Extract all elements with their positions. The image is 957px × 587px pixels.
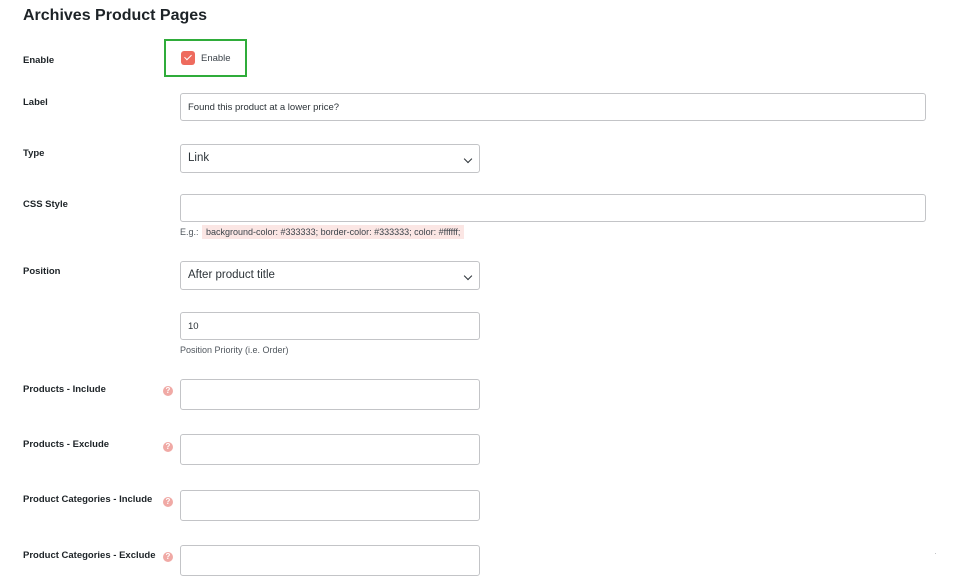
- products-include-input[interactable]: [180, 379, 480, 410]
- enable-checkbox-label[interactable]: Enable: [201, 53, 231, 64]
- settings-page: Archives Product Pages Enable Enable Lab…: [0, 0, 957, 587]
- products-exclude-label: Products - Exclude: [23, 439, 110, 450]
- chevron-down-icon: [463, 271, 473, 281]
- label-input[interactable]: [180, 93, 926, 121]
- help-icon[interactable]: ?: [163, 552, 173, 562]
- type-select-value: Link: [188, 152, 210, 164]
- css-style-label: CSS Style: [23, 199, 68, 210]
- type-label: Type: [23, 148, 45, 159]
- position-priority-input[interactable]: [180, 312, 480, 340]
- products-include-label: Products - Include: [23, 384, 106, 395]
- type-select[interactable]: Link: [180, 144, 480, 173]
- help-icon[interactable]: ?: [163, 386, 173, 396]
- position-select[interactable]: After product title: [180, 261, 480, 290]
- categories-include-input[interactable]: [180, 490, 480, 521]
- products-exclude-input[interactable]: [180, 434, 480, 465]
- css-style-example: background-color: #333333; border-color:…: [202, 225, 465, 239]
- checkmark-icon: [183, 52, 192, 61]
- categories-exclude-input[interactable]: [180, 545, 480, 576]
- position-label: Position: [23, 266, 61, 277]
- section-title: Archives Product Pages: [23, 7, 208, 24]
- scroll-indicator: [935, 553, 936, 554]
- position-select-value: After product title: [188, 269, 275, 281]
- css-style-input[interactable]: [180, 194, 926, 222]
- position-priority-hint: Position Priority (i.e. Order): [180, 345, 289, 355]
- categories-include-label: Product Categories - Include: [23, 494, 153, 505]
- enable-checkbox[interactable]: [181, 51, 195, 65]
- css-style-hint-prefix: E.g.:: [180, 227, 199, 237]
- categories-exclude-label: Product Categories - Exclude: [23, 550, 156, 561]
- help-icon[interactable]: ?: [163, 442, 173, 452]
- help-icon[interactable]: ?: [163, 497, 173, 507]
- label-field-label: Label: [23, 97, 48, 108]
- enable-label: Enable: [23, 55, 55, 66]
- chevron-down-icon: [463, 154, 473, 164]
